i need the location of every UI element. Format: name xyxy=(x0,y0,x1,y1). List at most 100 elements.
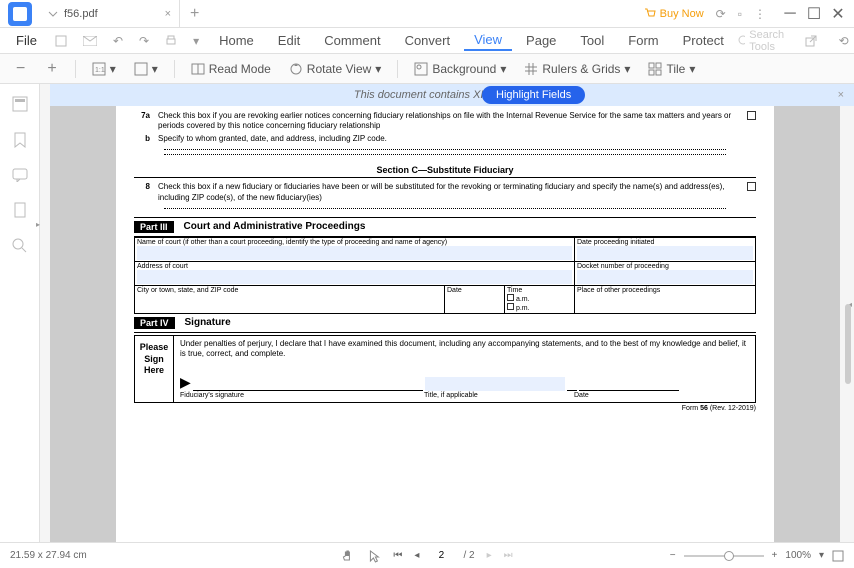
date-label: Date xyxy=(574,392,589,399)
hand-tool-icon[interactable] xyxy=(341,549,355,563)
view-mode-button[interactable]: ▾ xyxy=(128,60,164,78)
court-name-cell[interactable]: Name of court (if other than a court pro… xyxy=(135,237,575,261)
fullscreen-icon[interactable] xyxy=(832,550,844,562)
svg-text:1:1: 1:1 xyxy=(95,67,105,74)
part-3-title: Court and Administrative Proceedings xyxy=(184,221,366,232)
title-field[interactable] xyxy=(425,377,565,391)
page-input[interactable] xyxy=(431,550,451,561)
minimize-button[interactable]: ─ xyxy=(778,2,802,26)
attachments-icon[interactable] xyxy=(13,202,27,218)
perjury-text: Under penalties of perjury, I declare th… xyxy=(180,339,749,360)
dropdown-icon[interactable]: ▾ xyxy=(187,34,205,48)
thumbnails-icon[interactable] xyxy=(12,96,28,112)
search-tools[interactable]: Search Tools xyxy=(738,29,789,53)
rulers-grids-button[interactable]: Rulers & Grids▾ xyxy=(518,60,636,78)
more-icon[interactable]: ⋮ xyxy=(754,7,766,21)
court-address-cell[interactable]: Address of court xyxy=(135,261,575,285)
menu-view[interactable]: View xyxy=(464,30,512,51)
page-dimensions: 21.59 x 27.94 cm xyxy=(10,550,87,561)
date-initiated-cell[interactable]: Date proceeding initiated xyxy=(575,237,756,261)
part-4-title: Signature xyxy=(185,317,231,328)
vertical-scrollbar[interactable] xyxy=(841,84,853,542)
refresh-icon[interactable]: ⟳ xyxy=(716,7,726,21)
mail-icon[interactable] xyxy=(77,36,103,46)
last-page-button[interactable]: ⏭ xyxy=(504,550,513,561)
menu-form[interactable]: Form xyxy=(618,31,668,50)
menu-protect[interactable]: Protect xyxy=(673,31,734,50)
print-icon[interactable] xyxy=(159,35,183,47)
fit-mode-button[interactable]: 1:1▾ xyxy=(86,60,122,78)
comments-icon[interactable] xyxy=(12,168,28,182)
pdf-page: 7a Check this box if you are revoking ea… xyxy=(116,106,774,542)
line-8-number: 8 xyxy=(134,182,150,203)
section-c-header: Section C—Substitute Fiduciary xyxy=(134,163,756,178)
zoom-percent[interactable]: 100% xyxy=(785,550,811,561)
zoom-slider-handle[interactable] xyxy=(724,551,734,561)
new-tab-button[interactable]: + xyxy=(180,5,209,23)
docket-cell[interactable]: Docket number of proceeding xyxy=(575,261,756,285)
zoom-in-status[interactable]: + xyxy=(772,550,778,561)
select-tool-icon[interactable] xyxy=(367,549,381,563)
signature-field[interactable] xyxy=(193,390,423,391)
sync-icon[interactable]: ⟲ xyxy=(833,34,854,48)
next-page-button[interactable]: ▸ xyxy=(487,550,492,561)
part-4-label: Part IV xyxy=(134,317,175,329)
tab-filename: f56.pdf xyxy=(64,8,98,20)
save-icon[interactable] xyxy=(49,35,73,47)
signature-arrow-icon: ▶ xyxy=(180,374,191,391)
date-field[interactable] xyxy=(579,390,679,391)
document-tab[interactable]: f56.pdf × xyxy=(40,0,180,27)
cart-icon xyxy=(644,8,656,20)
box-icon[interactable]: ▫ xyxy=(738,7,742,21)
menu-edit[interactable]: Edit xyxy=(268,31,310,50)
city-state-cell[interactable]: City or town, state, and ZIP code xyxy=(135,285,445,313)
search-icon xyxy=(738,35,745,47)
line-b-text: Specify to whom granted, date, and addre… xyxy=(158,134,387,144)
zoom-out-status[interactable]: − xyxy=(670,550,676,561)
please-sign-here: Please Sign Here xyxy=(135,336,173,402)
redo-icon[interactable]: ↷ xyxy=(133,34,155,48)
prev-page-button[interactable]: ◂ xyxy=(414,550,419,561)
zoom-out-button[interactable]: − xyxy=(8,60,33,78)
maximize-button[interactable]: ☐ xyxy=(802,2,826,26)
background-button[interactable]: Background▾ xyxy=(408,60,512,78)
date-cell[interactable]: Date xyxy=(445,285,505,313)
line-8-text: Check this box if a new fiduciary or fid… xyxy=(158,182,739,203)
total-pages: / 2 xyxy=(463,550,474,561)
zoom-slider[interactable] xyxy=(684,555,764,557)
chevron-down-icon xyxy=(48,9,58,19)
part-3-label: Part III xyxy=(134,221,174,233)
search-panel-icon[interactable] xyxy=(12,238,28,254)
line-7a-text: Check this box if you are revoking earli… xyxy=(158,111,739,132)
buy-now-link[interactable]: Buy Now xyxy=(644,8,704,20)
tile-button[interactable]: Tile▾ xyxy=(642,60,701,78)
checkbox-7a[interactable] xyxy=(747,111,756,120)
checkbox-8[interactable] xyxy=(747,182,756,191)
menu-home[interactable]: Home xyxy=(209,31,264,50)
first-page-button[interactable]: ⏮ xyxy=(393,550,402,561)
bookmarks-icon[interactable] xyxy=(13,132,27,148)
menu-page[interactable]: Page xyxy=(516,31,566,50)
sidebar-expand[interactable]: ▸ xyxy=(36,220,40,229)
line-7a-number: 7a xyxy=(134,111,150,132)
highlight-fields-button[interactable]: Highlight Fields xyxy=(482,86,585,104)
close-window-button[interactable]: ✕ xyxy=(826,2,850,26)
place-other-cell[interactable]: Place of other proceedings xyxy=(575,285,756,313)
menu-convert[interactable]: Convert xyxy=(395,31,461,50)
scroll-thumb[interactable] xyxy=(845,304,851,384)
external-icon[interactable] xyxy=(799,35,823,47)
tab-close-button[interactable]: × xyxy=(165,8,171,20)
line-b-number: b xyxy=(134,134,150,144)
file-menu[interactable]: File xyxy=(8,33,45,48)
document-viewport[interactable]: 7a Check this box if you are revoking ea… xyxy=(50,106,840,542)
app-logo[interactable] xyxy=(8,2,32,26)
time-cell[interactable]: Time a.m. p.m. xyxy=(505,285,575,313)
menu-tool[interactable]: Tool xyxy=(570,31,614,50)
read-mode-button[interactable]: Read Mode xyxy=(185,60,277,78)
title-label: Title, if applicable xyxy=(424,392,574,399)
zoom-in-button[interactable]: + xyxy=(39,60,64,78)
fiduciary-signature-label: Fiduciary's signature xyxy=(180,392,424,399)
menu-comment[interactable]: Comment xyxy=(314,31,390,50)
undo-icon[interactable]: ↶ xyxy=(107,34,129,48)
rotate-view-button[interactable]: Rotate View▾ xyxy=(283,60,388,78)
